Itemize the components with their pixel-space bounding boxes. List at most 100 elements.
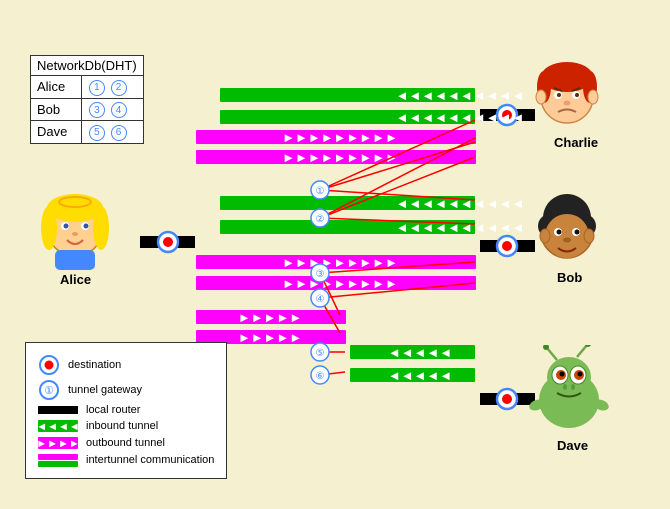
svg-text:◄◄◄◄◄: ◄◄◄◄◄ [388,368,452,383]
table-header: NetworkDb(DHT) [31,56,144,76]
table-bob-name: Bob [31,98,82,121]
charlie-character [530,55,605,140]
red-line-10 [320,298,340,333]
legend-inbound: ◄◄◄◄ inbound tunnel [38,419,214,433]
diag-num-3-circle [311,264,329,282]
table-alice-name: Alice [31,76,82,99]
diag-num-2-circle [311,209,329,227]
legend-intertunnel: intertunnel communication [38,453,214,467]
diag-num-6-circle [311,366,329,384]
diag-num-1-circle [311,181,329,199]
legend-outbound: ►►►► outbound tunnel [38,436,214,450]
legend-intertunnel-icon [38,453,78,467]
alice-router [140,236,195,248]
dave-num-5: 5 [89,125,105,141]
alice-num-1: 1 [89,80,105,96]
diag-num-5-text: ⑤ [316,348,325,359]
svg-text:►►►►►: ►►►►► [238,330,302,345]
legend-dest-text: destination [68,359,121,371]
bob-dest-outer [497,236,517,256]
svg-text:►►►►►: ►►►►► [238,310,302,325]
diag-num-1-text: ① [316,186,325,197]
alice-character [35,190,115,275]
svg-text:◄◄◄◄◄: ◄◄◄◄◄ [388,345,452,360]
bob-inbound-2 [220,220,475,234]
bob-character [530,190,605,275]
legend-outbound-icon: ►►►► [38,436,78,450]
svg-text:◄◄◄◄◄◄◄◄◄◄: ◄◄◄◄◄◄◄◄◄◄ [396,110,525,125]
diag-num-3-text: ③ [316,269,325,280]
bob-label: Bob [557,270,582,285]
dave-num-6: 6 [111,125,127,141]
charlie-outbound-1 [196,130,476,144]
legend-outbound-text: outbound tunnel [86,437,165,449]
svg-text:►►►►►►►►►: ►►►►►►►►► [282,276,398,291]
dave-dest-inner [502,394,512,404]
legend-intertunnel-text: intertunnel communication [86,454,214,466]
diag-num-5-circle [311,343,329,361]
red-line-3 [320,190,475,200]
dave-label: Dave [557,438,588,453]
red-line-4 [320,138,475,218]
table-dave-nums: 5 6 [81,121,143,144]
alice-label: Alice [60,272,91,287]
diag-num-4-text: ④ [316,294,325,305]
alice-num-2: 2 [111,80,127,96]
red-line-7 [320,262,475,273]
table-alice-nums: 1 2 [81,76,143,99]
legend-inbound-text: inbound tunnel [86,420,158,432]
legend-gateway-text: tunnel gateway [68,384,142,396]
legend-gateway: ① tunnel gateway [38,379,214,401]
diag-num-6-text: ⑥ [316,371,325,382]
svg-text:◄◄◄◄: ◄◄◄◄ [38,421,78,433]
dave-outbound-1 [196,310,346,324]
alice-dest-inner [163,237,173,247]
red-line-6 [320,218,475,224]
table-dave-name: Dave [31,121,82,144]
legend-box: destination ① tunnel gateway local route… [25,342,227,479]
charlie-dest-outer [497,105,517,125]
alice-dest-outer [158,232,178,252]
bob-outbound-1 [196,255,476,269]
legend-router-text: local router [86,404,140,416]
dave-inbound-2 [350,368,475,382]
charlie-inbound-2 [220,110,475,124]
svg-text:◄◄◄◄◄◄◄◄◄◄: ◄◄◄◄◄◄◄◄◄◄ [396,220,525,235]
legend-dest-icon [38,354,60,376]
bob-num-4: 4 [111,102,127,118]
svg-text:►►►►►►►►►: ►►►►►►►►► [282,130,398,145]
svg-text:◄◄◄◄◄◄◄◄◄◄: ◄◄◄◄◄◄◄◄◄◄ [396,196,525,211]
red-line-12 [320,372,345,375]
red-line-5 [320,157,475,218]
legend-gateway-icon: ① [38,379,60,401]
legend-router-icon [38,406,78,414]
red-line-8 [320,273,340,315]
bob-outbound-2 [196,276,476,290]
legend-destination: destination [38,354,214,376]
svg-text:►►►►: ►►►► [38,438,78,450]
diag-num-4-circle [311,289,329,307]
bob-dest-inner [502,241,512,251]
bob-inbound-1 [220,196,475,210]
dave-character [527,345,612,440]
diag-num-2-text: ② [316,214,325,225]
red-line-9 [320,283,475,298]
dave-dest-outer [497,389,517,409]
svg-text:►►►►►►►►►: ►►►►►►►►► [282,150,398,165]
bob-router [480,240,535,252]
legend-router: local router [38,404,214,416]
table-bob-nums: 3 4 [81,98,143,121]
charlie-dest-inner [502,110,512,120]
dave-inbound-1 [350,345,475,359]
network-db-table: NetworkDb(DHT) Alice 1 2 Bob 3 4 Dave 5 … [30,55,144,144]
svg-text:◄◄◄◄◄◄◄◄◄◄: ◄◄◄◄◄◄◄◄◄◄ [396,88,525,103]
charlie-inbound-1 [220,88,475,102]
svg-text:►►►►►►►►►: ►►►►►►►►► [282,255,398,270]
charlie-router [480,109,535,121]
svg-text:①: ① [44,385,54,397]
red-line-2 [320,142,475,190]
charlie-label: Charlie [554,135,598,150]
red-line-1 [320,120,475,190]
charlie-outbound-2 [196,150,476,164]
legend-inbound-icon: ◄◄◄◄ [38,419,78,433]
